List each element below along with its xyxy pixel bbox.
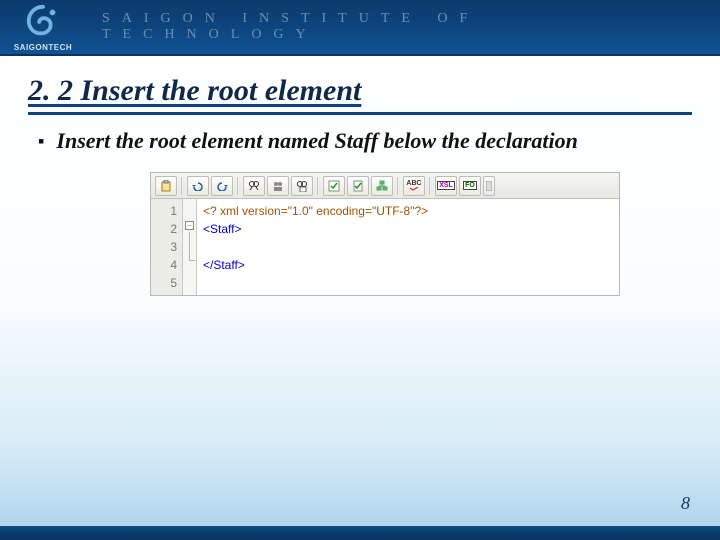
- undo-icon[interactable]: [187, 176, 209, 196]
- line-number: 5: [151, 274, 177, 292]
- line-number: 1: [151, 202, 177, 220]
- code-line: </Staff>: [203, 256, 613, 274]
- find-icon[interactable]: [243, 176, 265, 196]
- code-editor: ABC XSL FO 1 2 3 4 5 − <? xml version="1…: [150, 172, 620, 296]
- code-lines[interactable]: <? xml version="1.0" encoding="UTF-8"?> …: [197, 199, 619, 295]
- toolbar-separator: [317, 177, 319, 195]
- line-number: 4: [151, 256, 177, 274]
- line-gutter: 1 2 3 4 5: [151, 199, 183, 295]
- validate-doc-icon[interactable]: [347, 176, 369, 196]
- bullet-item: ▪ Insert the root element named Staff be…: [38, 128, 690, 154]
- spellcheck-icon[interactable]: ABC: [403, 176, 425, 196]
- editor-toolbar: ABC XSL FO: [151, 173, 619, 199]
- toolbar-separator: [237, 177, 239, 195]
- section-heading: 2. 2 Insert the root element: [28, 74, 692, 115]
- code-line: [203, 274, 613, 292]
- line-number: 3: [151, 238, 177, 256]
- toolbar-separator: [429, 177, 431, 195]
- page-number: 8: [681, 493, 690, 514]
- paste-icon[interactable]: [155, 176, 177, 196]
- slide: SAIGONTECH SAIGON INSTITUTE OF TECHNOLOG…: [0, 0, 720, 540]
- footer-bar: [0, 526, 720, 540]
- brand: SAIGONTECH: [14, 3, 72, 52]
- fold-toggle-icon[interactable]: −: [185, 221, 194, 230]
- find-people-icon[interactable]: [267, 176, 289, 196]
- redo-icon[interactable]: [211, 176, 233, 196]
- logo-icon: [24, 3, 62, 41]
- toolbar-separator: [397, 177, 399, 195]
- fold-gutter: −: [183, 199, 197, 295]
- toolbar-separator: [181, 177, 183, 195]
- line-number: 2: [151, 220, 177, 238]
- validate-icon[interactable]: [323, 176, 345, 196]
- header-title: SAIGON INSTITUTE OF TECHNOLOGY: [102, 11, 706, 43]
- code-area: 1 2 3 4 5 − <? xml version="1.0" encodin…: [151, 199, 619, 295]
- xsl-icon[interactable]: XSL: [435, 176, 457, 196]
- bullet-text: Insert the root element named Staff belo…: [56, 128, 578, 154]
- brand-text: SAIGONTECH: [14, 43, 72, 52]
- fold-line: [189, 232, 190, 260]
- find-file-icon[interactable]: [291, 176, 313, 196]
- more-icon[interactable]: [483, 176, 495, 196]
- code-line: <? xml version="1.0" encoding="UTF-8"?>: [203, 202, 613, 220]
- tree-icon[interactable]: [371, 176, 393, 196]
- bullet-marker-icon: ▪: [38, 128, 44, 154]
- fo-icon[interactable]: FO: [459, 176, 481, 196]
- code-line: <Staff>: [203, 220, 613, 238]
- fold-end: [189, 260, 195, 261]
- header-bar: SAIGONTECH SAIGON INSTITUTE OF TECHNOLOG…: [0, 0, 720, 56]
- code-line: [203, 238, 613, 256]
